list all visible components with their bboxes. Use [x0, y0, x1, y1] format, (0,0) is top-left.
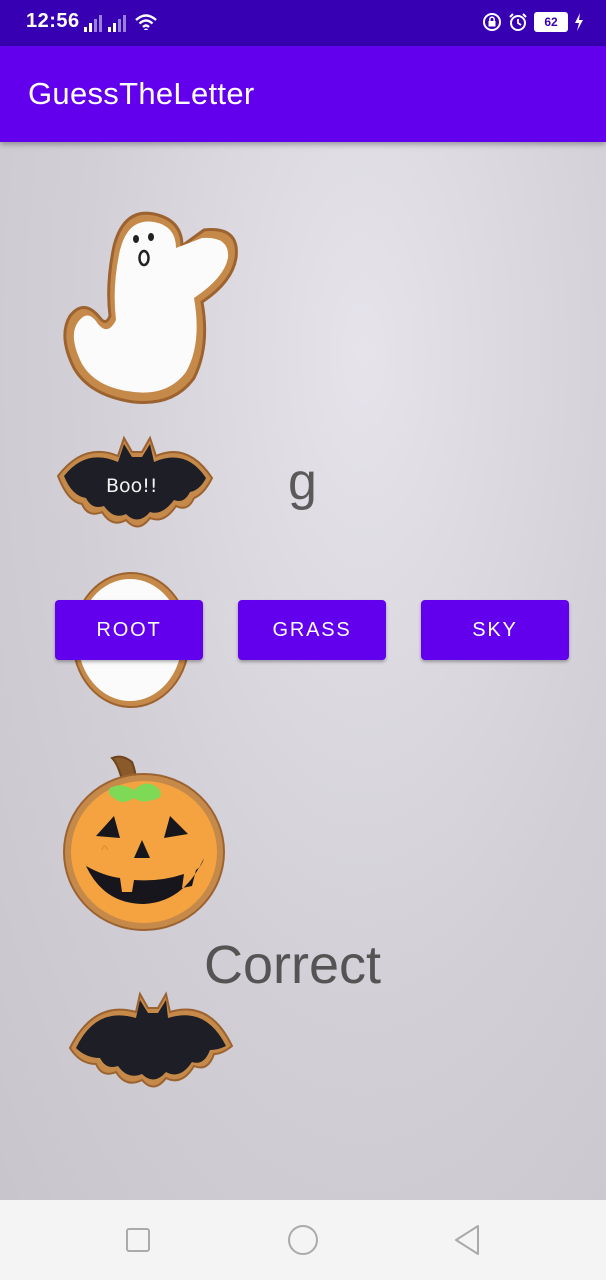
status-time: 12:56 — [26, 10, 80, 32]
bat-cookie-image: Boo!! — [56, 435, 214, 528]
pumpkin-cookie-image — [63, 755, 225, 931]
navigation-bar — [0, 1200, 606, 1280]
app-bar: GuessTheLetter — [0, 46, 606, 142]
signal-icon — [84, 15, 102, 32]
status-bar: 12:56 62 — [0, 0, 606, 46]
alarm-icon — [509, 13, 527, 31]
option-sky-button[interactable]: SKY — [421, 600, 569, 660]
letter-prompt: g — [288, 453, 317, 511]
bat-cookie-text: Boo!! — [106, 475, 158, 497]
circle-icon — [288, 1225, 318, 1255]
app-title: GuessTheLetter — [28, 76, 255, 111]
app-screen: 12:56 62 GuessTheLetter Boo!! g ROOT GRA… — [0, 0, 606, 1280]
battery-icon: 62 — [534, 12, 568, 32]
charging-icon — [575, 13, 583, 31]
bat-cookie-image — [68, 991, 234, 1088]
option-grass-button[interactable]: GRASS — [238, 600, 386, 660]
back-triangle-icon — [455, 1225, 479, 1255]
result-text: Correct — [204, 935, 382, 995]
battery-level: 62 — [534, 12, 568, 32]
recent-apps-button[interactable] — [124, 1222, 152, 1258]
wifi-icon — [135, 14, 157, 30]
signal-icon — [108, 15, 126, 32]
square-icon — [126, 1228, 150, 1252]
lock-icon — [483, 13, 501, 31]
status-right-icons: 62 — [482, 12, 584, 32]
ghost-cookie-image — [63, 211, 238, 404]
home-button[interactable] — [286, 1222, 320, 1258]
option-root-button[interactable]: ROOT — [55, 600, 203, 660]
back-button[interactable] — [452, 1222, 482, 1258]
